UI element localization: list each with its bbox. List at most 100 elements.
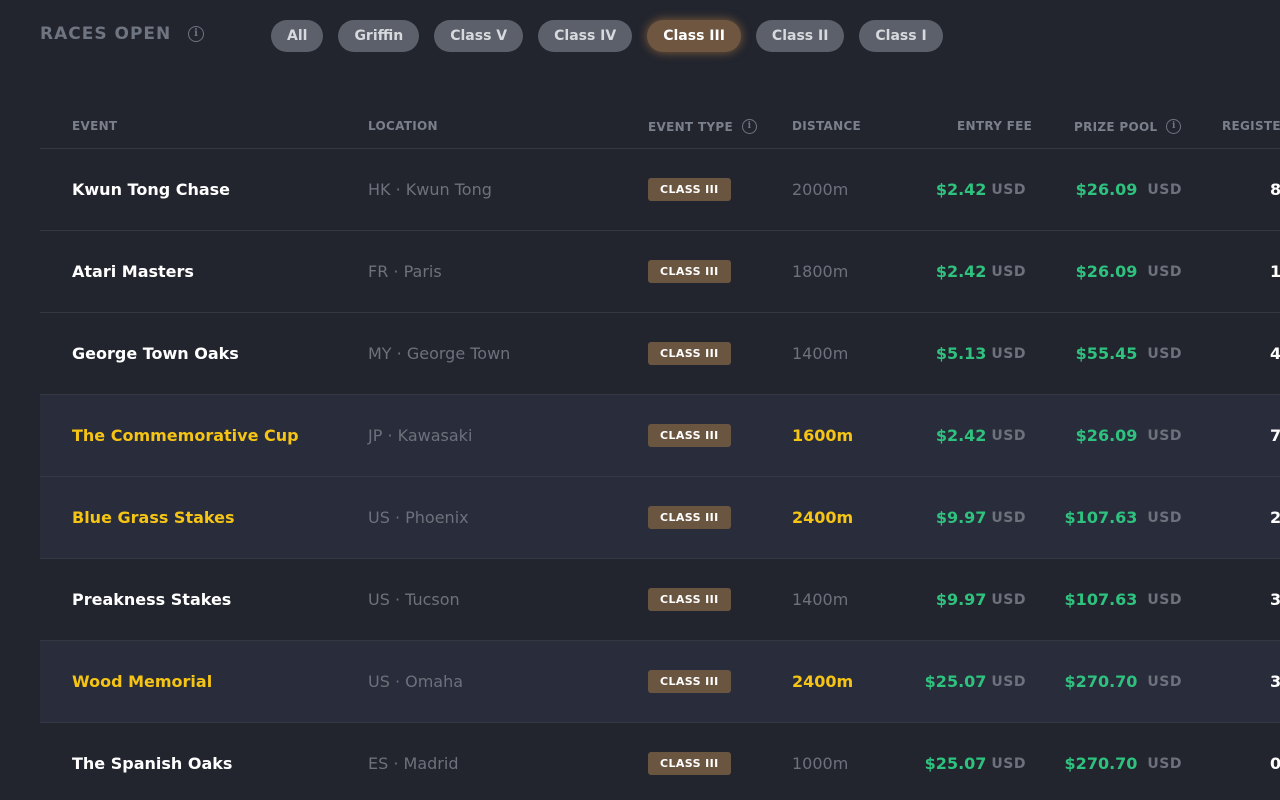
entry-fee: $25.07 USD — [925, 723, 1026, 800]
table-row[interactable]: The Spanish Oaks ES · Madrid CLASS III 1000… — [40, 723, 1280, 800]
currency-label: USD — [991, 263, 1026, 280]
entry-fee: $9.97 USD — [936, 477, 1026, 558]
prize-pool-amount: $26.09 — [1075, 262, 1138, 281]
info-icon[interactable]: i — [188, 26, 204, 42]
column-header-entry-fee[interactable]: ENTRY FEE — [957, 119, 1032, 133]
column-header-prize-pool[interactable]: PRIZE POOL i — [1074, 119, 1182, 134]
prize-pool-amount: $107.63 — [1064, 508, 1138, 527]
races-table: EVENT LOCATION EVENT TYPE i DISTANCE ENTR… — [40, 104, 1280, 800]
class-badge: CLASS III — [648, 342, 731, 365]
event-type-cell: CLASS III — [648, 313, 731, 394]
table-header: EVENT LOCATION EVENT TYPE i DISTANCE ENTR… — [40, 104, 1280, 149]
event-distance: 1000m — [792, 754, 849, 773]
event-location: FR · Paris — [368, 262, 442, 281]
event-type-cell: CLASS III — [648, 149, 731, 230]
event-name[interactable]: Blue Grass Stakes — [72, 477, 234, 558]
prize-pool: $107.63 USD — [1065, 477, 1182, 558]
entry-fee-amount: $2.42 — [935, 180, 987, 199]
event-name[interactable]: Preakness Stakes — [72, 559, 231, 640]
event-location: US · Phoenix — [368, 508, 469, 527]
page-title: RACES OPEN — [40, 24, 172, 44]
event-distance: 2000m — [792, 180, 849, 199]
event-distance: 1400m — [792, 590, 849, 609]
currency-label: USD — [991, 591, 1026, 608]
filter-class-i[interactable]: Class I — [859, 20, 943, 52]
filter-class-iv[interactable]: Class IV — [538, 20, 633, 52]
table-body: Kwun Tong Chase HK · Kwun Tong CLASS III 20… — [40, 149, 1280, 800]
entry-fee-amount: $2.42 — [935, 426, 987, 445]
column-header-event-type[interactable]: EVENT TYPE i — [648, 119, 757, 134]
table-row[interactable]: The Commemorative Cup JP · Kawasaki CLASS … — [40, 395, 1280, 477]
currency-label: USD — [991, 755, 1026, 772]
event-type-cell: CLASS III — [648, 395, 731, 476]
event-name[interactable]: George Town Oaks — [72, 313, 239, 394]
column-label: LOCATION — [368, 119, 438, 133]
event-distance: 2400m — [792, 672, 854, 691]
event-name[interactable]: Wood Memorial — [72, 641, 212, 722]
table-row[interactable]: Kwun Tong Chase HK · Kwun Tong CLASS III 20… — [40, 149, 1280, 231]
info-icon[interactable]: i — [741, 119, 757, 134]
event-type-cell: CLASS III — [648, 559, 731, 640]
table-row[interactable]: Blue Grass Stakes US · Phoenix CLASS III 24… — [40, 477, 1280, 559]
event-location: JP · Kawasaki — [368, 426, 473, 445]
filter-class-iii[interactable]: Class III — [647, 20, 741, 52]
prize-pool-amount: $55.45 — [1075, 344, 1138, 363]
filter-class-ii[interactable]: Class II — [755, 20, 845, 52]
event-name[interactable]: The Commemorative Cup — [72, 395, 299, 476]
filter-class-v[interactable]: Class V — [434, 20, 524, 52]
currency-label: USD — [1147, 427, 1182, 444]
event-location: ES · Madrid — [368, 754, 459, 773]
event-type-cell: CLASS III — [648, 723, 731, 800]
entry-fee-amount: $2.42 — [935, 262, 987, 281]
event-name[interactable]: Atari Masters — [72, 231, 194, 312]
table-row[interactable]: Wood Memorial US · Omaha CLASS III 2400m $25… — [40, 641, 1280, 723]
table-row[interactable]: Preakness Stakes US · Tucson CLASS III 1400… — [40, 559, 1280, 641]
event-distance: 1800m — [792, 262, 849, 281]
entry-fee: $2.42 USD — [936, 149, 1026, 230]
event-name[interactable]: The Spanish Oaks — [72, 723, 232, 800]
currency-label: USD — [1147, 755, 1182, 772]
currency-label: USD — [991, 509, 1026, 526]
currency-label: USD — [1147, 181, 1182, 198]
info-icon[interactable]: i — [1166, 119, 1182, 134]
entry-fee-amount: $25.07 — [924, 754, 987, 773]
prize-pool-amount: $26.09 — [1075, 426, 1138, 445]
event-location: HK · Kwun Tong — [368, 180, 492, 199]
column-label: REGISTER — [1222, 119, 1280, 133]
column-label: DISTANCE — [792, 119, 862, 133]
table-row[interactable]: George Town Oaks MY · George Town CLASS II… — [40, 313, 1280, 395]
currency-label: USD — [1147, 509, 1182, 526]
registered-count: 7 — [1270, 426, 1280, 445]
races-header: RACES OPEN i All Griffin Class V Class I… — [0, 0, 1280, 72]
registered-count: 0 — [1270, 754, 1280, 773]
registered-count: 4 — [1270, 344, 1280, 363]
column-header-location[interactable]: LOCATION — [368, 119, 438, 133]
prize-pool: $55.45 USD — [1076, 313, 1182, 394]
event-distance: 1600m — [792, 426, 854, 445]
entry-fee-amount: $9.97 — [935, 590, 987, 609]
column-header-registered[interactable]: REGISTER — [1222, 119, 1280, 133]
event-location: MY · George Town — [368, 344, 511, 363]
registered-count: 8 — [1270, 180, 1280, 199]
class-badge: CLASS III — [648, 424, 731, 447]
entry-fee-amount: $9.97 — [935, 508, 987, 527]
registered-count: 3 — [1270, 672, 1280, 691]
prize-pool: $26.09 USD — [1076, 231, 1182, 312]
entry-fee-amount: $25.07 — [924, 672, 987, 691]
prize-pool: $270.70 USD — [1065, 723, 1182, 800]
event-name[interactable]: Kwun Tong Chase — [72, 149, 230, 230]
entry-fee: $2.42 USD — [936, 395, 1026, 476]
event-type-cell: CLASS III — [648, 231, 731, 312]
entry-fee-amount: $5.13 — [935, 344, 987, 363]
prize-pool: $26.09 USD — [1076, 149, 1182, 230]
filter-griffin[interactable]: Griffin — [338, 20, 420, 52]
event-distance: 1400m — [792, 344, 849, 363]
column-header-distance[interactable]: DISTANCE — [792, 119, 861, 133]
column-header-event[interactable]: EVENT — [72, 119, 117, 133]
entry-fee: $25.07 USD — [925, 641, 1026, 722]
filter-all[interactable]: All — [271, 20, 324, 52]
prize-pool-amount: $107.63 — [1064, 590, 1138, 609]
event-location: US · Omaha — [368, 672, 464, 691]
table-row[interactable]: Atari Masters FR · Paris CLASS III 1800m $2.… — [40, 231, 1280, 313]
prize-pool-amount: $270.70 — [1064, 672, 1138, 691]
